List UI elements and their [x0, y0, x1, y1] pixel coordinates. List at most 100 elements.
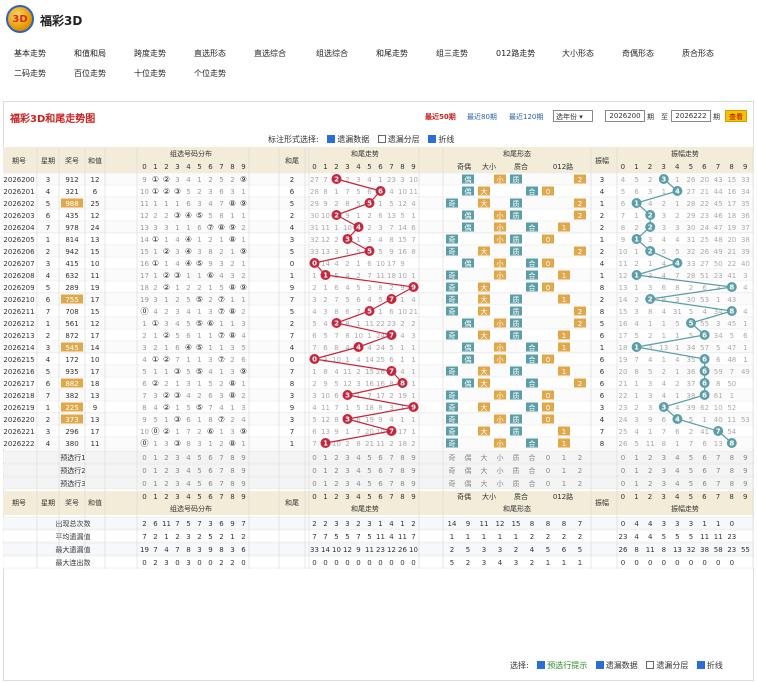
preselect-digit[interactable]: 9	[743, 454, 747, 462]
preselect-shape[interactable]: 大	[481, 466, 488, 475]
preselect-digit[interactable]: 2	[164, 467, 168, 475]
preselect-digit[interactable]: 6	[378, 454, 383, 462]
preselect-digit[interactable]: 6	[702, 480, 707, 488]
preselect-digit[interactable]: 1	[634, 467, 638, 475]
preselect-shape[interactable]: 小	[497, 479, 504, 488]
preselect-shape[interactable]: 质	[513, 479, 520, 488]
preselect-digit[interactable]: 8	[400, 480, 404, 488]
preselect-digit[interactable]: 3	[175, 454, 179, 462]
to-period-input[interactable]: 2026222	[671, 110, 711, 122]
nav-link[interactable]: 组选综合	[316, 48, 348, 59]
nav-link[interactable]: 十位走势	[134, 68, 166, 79]
preselect-shape[interactable]: 2	[578, 467, 582, 475]
preselect-digit[interactable]: 7	[389, 467, 393, 475]
recent-80-link[interactable]: 最近80期	[467, 112, 497, 122]
polyline-checkbox[interactable]	[428, 135, 437, 143]
preselect-digit[interactable]: 0	[621, 480, 625, 488]
preselect-shape[interactable]: 大	[481, 453, 488, 462]
missing-checkbox[interactable]	[327, 135, 336, 143]
preselect-digit[interactable]: 2	[334, 454, 338, 462]
preselect-shape[interactable]: 合	[529, 453, 536, 462]
preselect-shape[interactable]: 合	[529, 479, 536, 488]
preselect-digit[interactable]: 2	[334, 480, 338, 488]
preselect-digit[interactable]: 5	[197, 480, 201, 488]
preselect-shape[interactable]: 1	[562, 454, 566, 462]
year-select[interactable]: 选年份 ▾	[553, 110, 593, 122]
preselect-digit[interactable]: 1	[153, 467, 157, 475]
preselect-digit[interactable]: 9	[743, 467, 747, 475]
bottom-polyline-checkbox[interactable]	[696, 661, 705, 669]
preselect-digit[interactable]: 0	[621, 467, 625, 475]
nav-link[interactable]: 和尾走势	[376, 48, 408, 59]
preselect-digit[interactable]: 0	[142, 454, 146, 462]
preselect-digit[interactable]: 7	[716, 454, 720, 462]
preselect-digit[interactable]: 4	[186, 454, 191, 462]
preselect-digit[interactable]: 0	[142, 467, 146, 475]
from-period-input[interactable]: 2026200	[605, 110, 645, 122]
bottom-layer-checkbox[interactable]	[646, 661, 655, 669]
preselect-digit[interactable]: 7	[219, 480, 223, 488]
nav-link[interactable]: 组三走势	[436, 48, 468, 59]
preselect-digit[interactable]: 3	[662, 454, 666, 462]
preselect-shape[interactable]: 合	[529, 466, 536, 475]
nav-link[interactable]: 二码走势	[14, 68, 46, 79]
preselect-digit[interactable]: 9	[411, 467, 415, 475]
preselect-shape[interactable]: 质	[513, 466, 520, 475]
preselect-digit[interactable]: 6	[208, 480, 213, 488]
preselect-shape[interactable]: 偶	[465, 453, 472, 462]
preselect-digit[interactable]: 4	[356, 467, 361, 475]
preselect-digit[interactable]: 9	[241, 480, 245, 488]
preselect-shape[interactable]: 质	[513, 453, 520, 462]
preselect-digit[interactable]: 4	[675, 454, 680, 462]
nav-link[interactable]: 和值和局	[74, 48, 106, 59]
preselect-digit[interactable]: 2	[648, 467, 652, 475]
header-period[interactable]: 期号	[12, 157, 26, 165]
preselect-shape[interactable]: 大	[481, 479, 488, 488]
nav-link[interactable]: 基本走势	[14, 48, 46, 59]
preselect-digit[interactable]: 3	[662, 467, 666, 475]
preselect-digit[interactable]: 1	[634, 480, 638, 488]
preselect-digit[interactable]: 3	[175, 480, 179, 488]
preselect-digit[interactable]: 8	[230, 467, 234, 475]
preselect-digit[interactable]: 5	[197, 467, 201, 475]
preselect-digit[interactable]: 5	[367, 454, 371, 462]
preselect-digit[interactable]: 5	[689, 454, 693, 462]
preselect-digit[interactable]: 6	[378, 480, 383, 488]
preselect-digit[interactable]: 2	[334, 467, 338, 475]
preselect-digit[interactable]: 8	[230, 454, 234, 462]
query-button[interactable]: 查看	[725, 110, 747, 122]
preselect-digit[interactable]: 7	[716, 467, 720, 475]
nav-link[interactable]: 个位走势	[194, 68, 226, 79]
preselect-shape[interactable]: 偶	[465, 466, 472, 475]
preselect-digit[interactable]: 9	[241, 454, 245, 462]
nav-link[interactable]: 直选综合	[254, 48, 286, 59]
nav-link[interactable]: 012路走势	[496, 48, 535, 59]
preselect-digit[interactable]: 3	[175, 467, 179, 475]
recent-120-link[interactable]: 最近120期	[509, 112, 543, 122]
preselect-digit[interactable]: 0	[621, 454, 625, 462]
preselect-digit[interactable]: 1	[634, 454, 638, 462]
preselect-digit[interactable]: 0	[312, 467, 316, 475]
preselect-digit[interactable]: 6	[702, 454, 707, 462]
layer-checkbox[interactable]	[377, 135, 386, 143]
preselect-shape[interactable]: 0	[546, 467, 550, 475]
preselect-digit[interactable]: 4	[186, 467, 191, 475]
fucai-logo[interactable]: 3D	[6, 5, 34, 33]
preselect-digit[interactable]: 8	[730, 467, 734, 475]
preselect-digit[interactable]: 1	[153, 480, 157, 488]
preselect-digit[interactable]: 8	[730, 454, 734, 462]
preselect-digit[interactable]: 9	[743, 480, 747, 488]
preselect-digit[interactable]: 3	[345, 467, 349, 475]
preselect-shape[interactable]: 奇	[449, 453, 456, 462]
preselect-digit[interactable]: 5	[367, 480, 371, 488]
preselect-digit[interactable]: 1	[323, 467, 327, 475]
preselect-digit[interactable]: 7	[389, 480, 393, 488]
preselect-digit[interactable]: 5	[689, 480, 693, 488]
preselect-digit[interactable]: 5	[197, 454, 201, 462]
preselect-digit[interactable]: 9	[411, 480, 415, 488]
bottom-missing-checkbox[interactable]	[595, 661, 604, 669]
preselect-checkbox[interactable]	[537, 661, 546, 669]
preselect-digit[interactable]: 3	[662, 480, 666, 488]
preselect-digit[interactable]: 0	[312, 480, 316, 488]
preselect-digit[interactable]: 8	[730, 480, 734, 488]
